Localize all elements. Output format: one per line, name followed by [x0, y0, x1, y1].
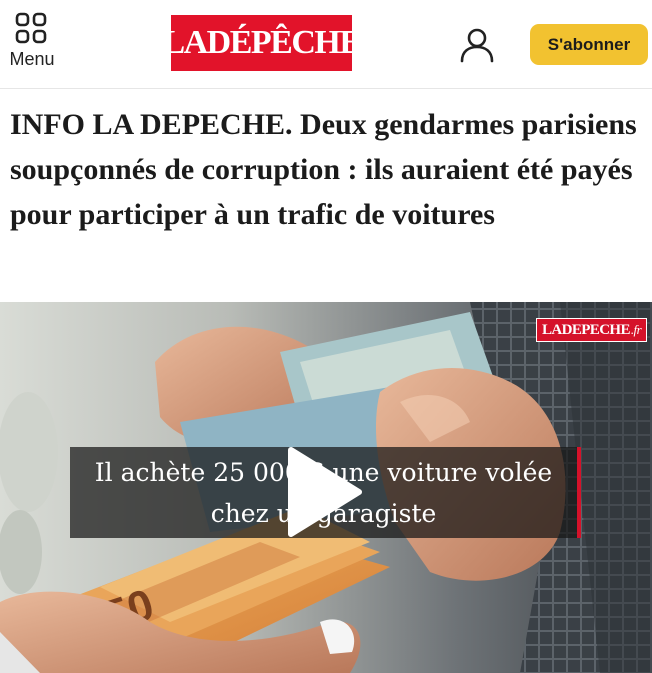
grid-menu-icon: [15, 12, 47, 44]
watermark-suffix: .fr: [630, 322, 642, 337]
watermark-main: LADEPECHE: [541, 321, 631, 338]
site-logo[interactable]: LADÉPÊCHE: [162, 15, 362, 71]
play-icon[interactable]: [285, 446, 363, 538]
ladepeche-watermark: LADEPECHE .fr: [536, 318, 647, 342]
menu-label: Menu: [9, 49, 55, 69]
article-headline[interactable]: INFO LA DEPECHE. Deux gendarmes parisien…: [10, 102, 642, 237]
subscribe-button[interactable]: S'abonner: [530, 24, 648, 65]
user-icon[interactable]: [458, 26, 496, 64]
site-header: Menu LADÉPÊCHE S'abonner: [0, 0, 652, 89]
menu-button[interactable]: Menu: [4, 12, 60, 72]
